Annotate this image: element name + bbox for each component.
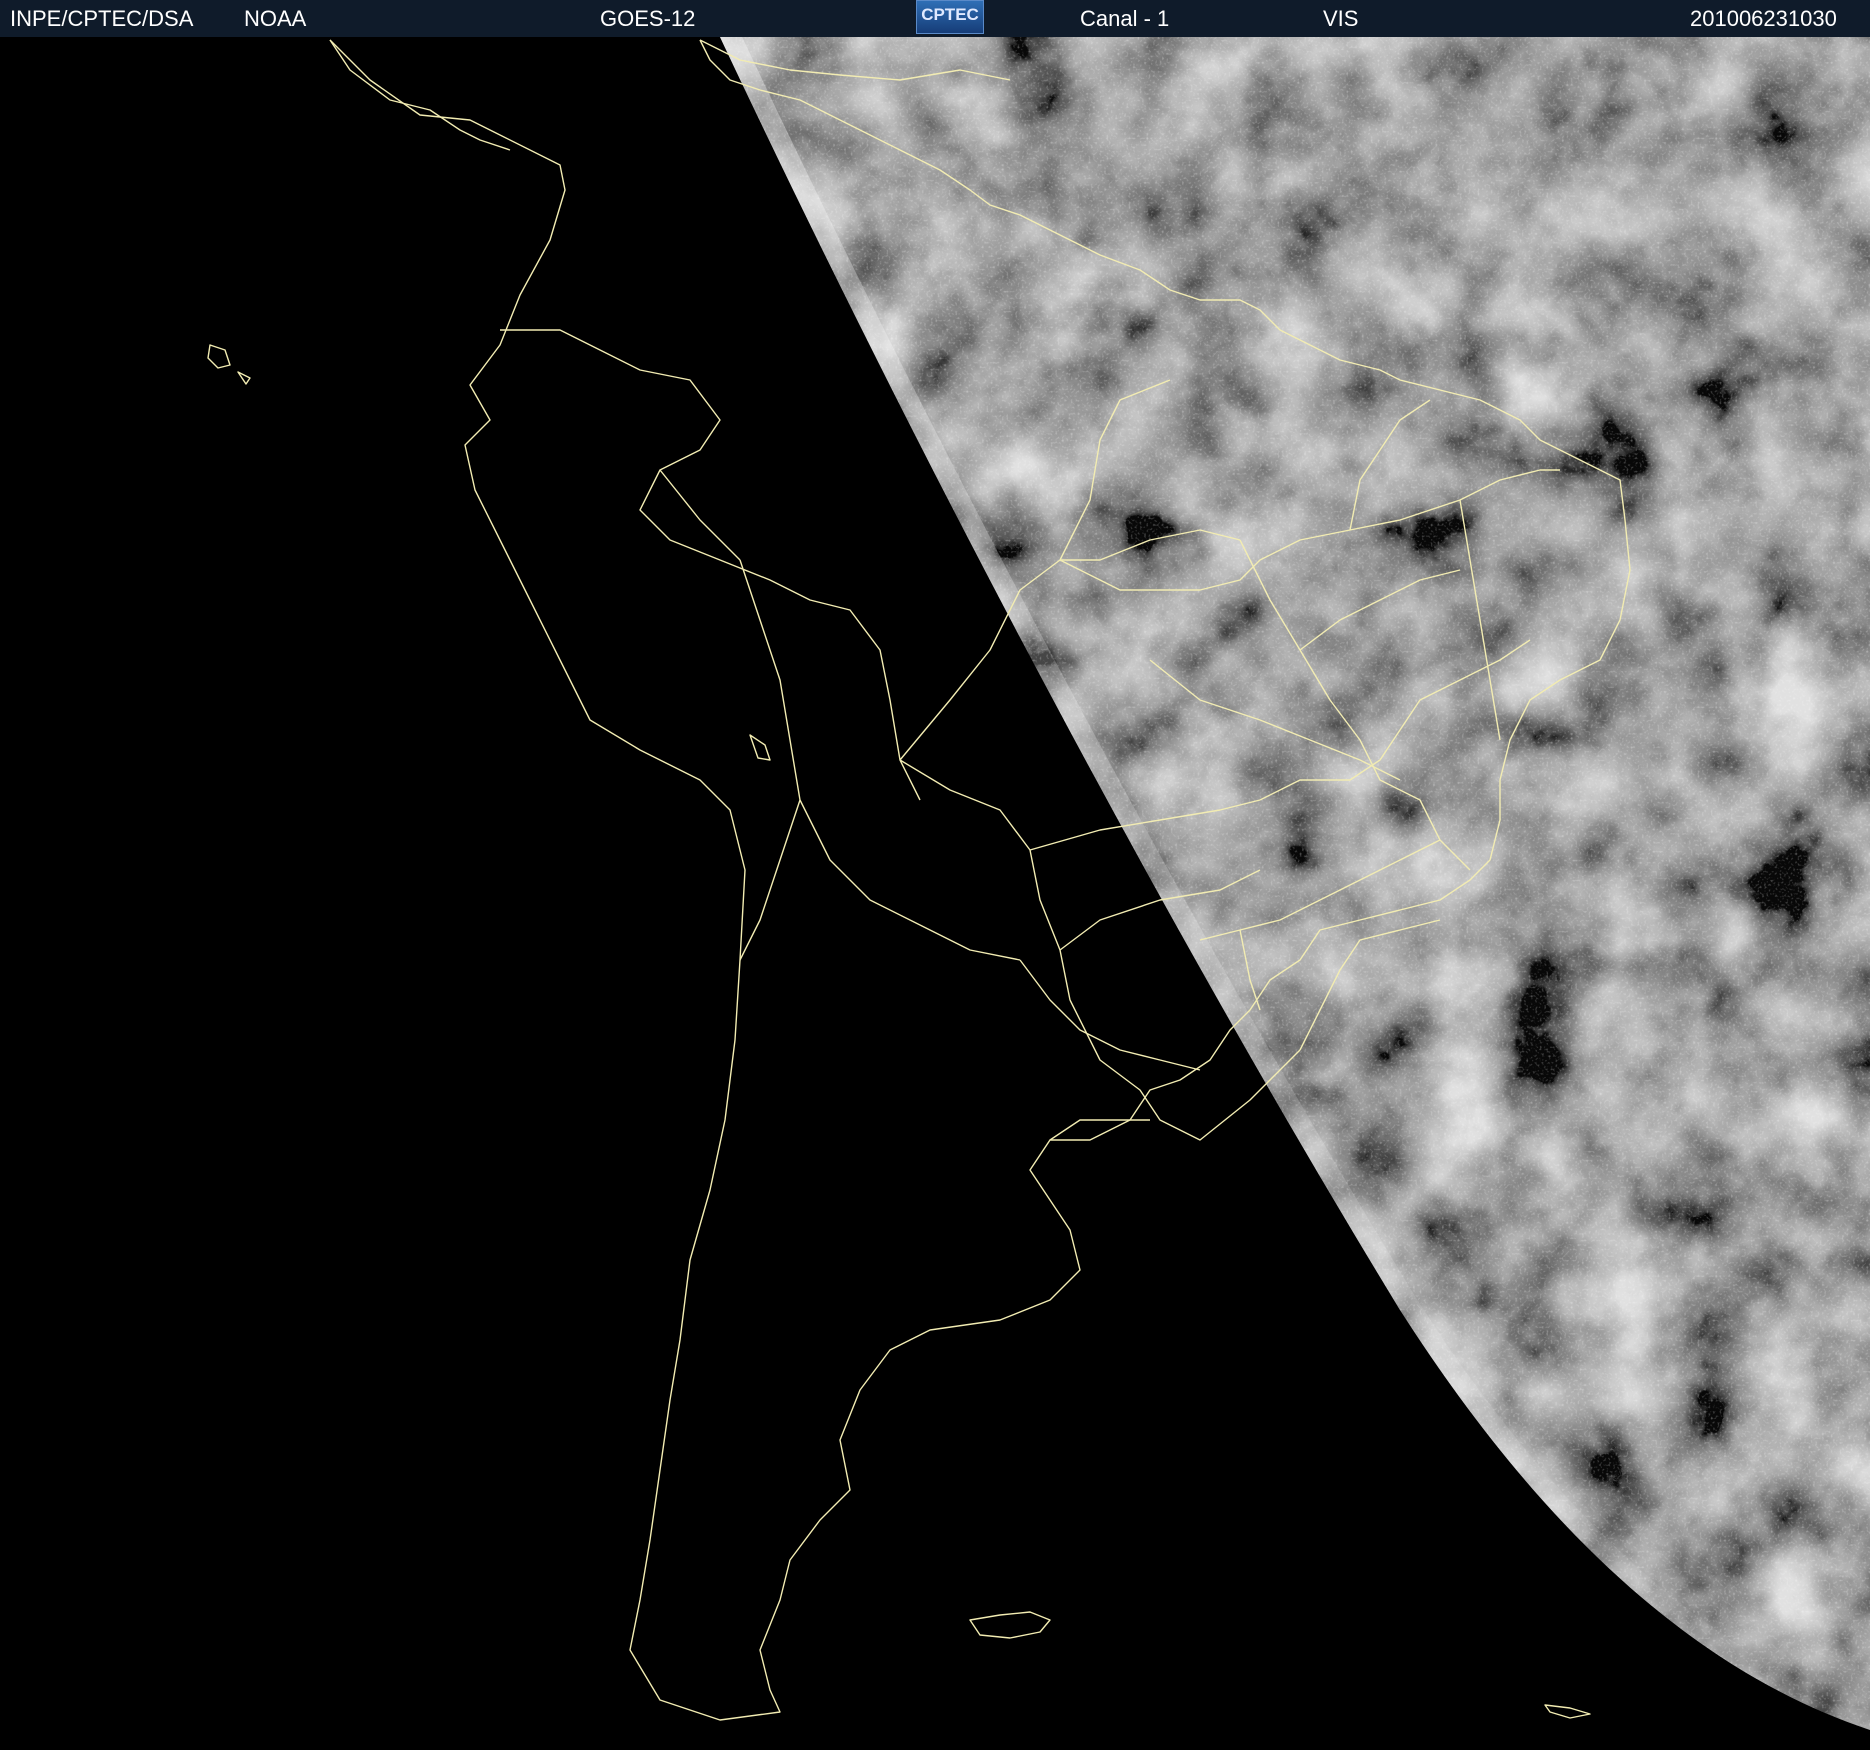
cptec-logo: CPTEC (916, 0, 984, 34)
satellite-image (0, 37, 1870, 1750)
logo-text: CPTEC (921, 5, 979, 24)
agency-label: NOAA (244, 6, 307, 31)
image-header-bar: INPE/CPTEC/DSA NOAA GOES-12 CPTEC Canal … (0, 0, 1870, 37)
satellite-label: GOES-12 (600, 6, 696, 31)
institution-label: INPE/CPTEC/DSA (10, 6, 194, 31)
timestamp-label: 201006231030 (1690, 6, 1837, 31)
channel-label: Canal - 1 (1080, 6, 1170, 31)
band-label: VIS (1323, 6, 1359, 31)
